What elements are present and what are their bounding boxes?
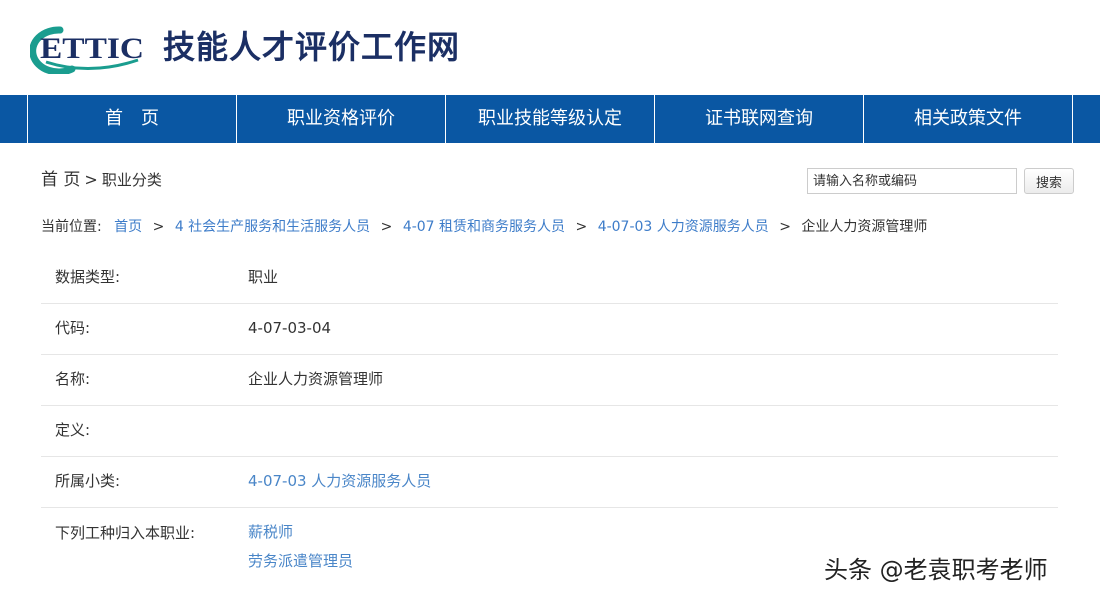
nav-item-skill-level-certification[interactable]: 职业技能等级认定 xyxy=(446,95,654,143)
nav-divider xyxy=(1072,95,1073,143)
detail-value: 4-07-03 人力资源服务人员 xyxy=(248,470,431,492)
detail-value: 职业 xyxy=(248,268,279,286)
nav-item-home[interactable]: 首 页 xyxy=(28,95,236,143)
detail-row-code: 代码: 4-07-03-04 xyxy=(41,304,1058,355)
detail-value: 薪税师 劳务派遣管理员 xyxy=(248,518,353,576)
ettic-logo[interactable]: ETTIC xyxy=(30,22,148,74)
search-input[interactable] xyxy=(807,168,1017,194)
section-title: 首 页 > 职业分类 xyxy=(41,168,162,192)
breadcrumb: 当前位置: 首页 > 4 社会生产服务和生活服务人员 > 4-07 租赁和商务服… xyxy=(41,216,927,238)
nav-item-qualification-evaluation[interactable]: 职业资格评价 xyxy=(237,95,445,143)
nav-item-certificate-query[interactable]: 证书联网查询 xyxy=(655,95,863,143)
search-button[interactable]: 搜索 xyxy=(1024,168,1074,194)
detail-value: 4-07-03-04 xyxy=(248,319,332,337)
breadcrumb-separator: > xyxy=(380,219,393,235)
breadcrumb-label: 当前位置: xyxy=(41,219,102,235)
breadcrumb-current: 企业人力资源管理师 xyxy=(801,219,928,235)
detail-label: 名称: xyxy=(55,370,91,388)
site-title: 技能人才评价工作网 xyxy=(163,28,461,66)
breadcrumb-link-category-4-07-03[interactable]: 4-07-03 人力资源服务人员 xyxy=(598,219,769,235)
nav-item-policy-documents[interactable]: 相关政策文件 xyxy=(864,95,1072,143)
section-label: 职业分类 xyxy=(101,171,162,189)
occupation-detail-table: 数据类型: 职业 代码: 4-07-03-04 名称: 企业人力资源管理师 定义… xyxy=(41,253,1058,578)
detail-row-definition: 定义: xyxy=(41,406,1058,457)
main-nav: 首 页 职业资格评价 职业技能等级认定 证书联网查询 相关政策文件 xyxy=(0,95,1100,143)
breadcrumb-separator: > xyxy=(575,219,588,235)
included-job-list: 薪税师 劳务派遣管理员 xyxy=(248,518,353,576)
breadcrumb-separator: > xyxy=(152,219,165,235)
breadcrumb-link-category-4[interactable]: 4 社会生产服务和生活服务人员 xyxy=(175,219,370,235)
detail-row-data-type: 数据类型: 职业 xyxy=(41,253,1058,304)
breadcrumb-link-category-4-07[interactable]: 4-07 租赁和商务服务人员 xyxy=(403,219,565,235)
detail-label: 代码: xyxy=(55,319,91,337)
logo-text: ETTIC xyxy=(40,32,144,65)
watermark: 头条 @老袁职考老师 xyxy=(824,556,1048,584)
detail-label: 定义: xyxy=(55,421,91,439)
site-header: ETTIC 技能人才评价工作网 xyxy=(0,0,1100,95)
subcategory-link[interactable]: 4-07-03 人力资源服务人员 xyxy=(248,472,431,490)
detail-label: 所属小类: xyxy=(55,472,121,490)
included-job-link[interactable]: 劳务派遣管理员 xyxy=(248,552,353,570)
section-separator: > xyxy=(84,170,98,189)
detail-label: 数据类型: xyxy=(55,268,121,286)
detail-row-subcategory: 所属小类: 4-07-03 人力资源服务人员 xyxy=(41,457,1058,508)
breadcrumb-separator: > xyxy=(779,219,791,235)
breadcrumb-link-home[interactable]: 首页 xyxy=(114,219,142,235)
section-home-link[interactable]: 首 页 xyxy=(41,170,80,190)
included-job-link[interactable]: 薪税师 xyxy=(248,523,293,541)
detail-label: 下列工种归入本职业: xyxy=(55,524,196,542)
detail-value: 企业人力资源管理师 xyxy=(248,370,384,388)
detail-row-name: 名称: 企业人力资源管理师 xyxy=(41,355,1058,406)
